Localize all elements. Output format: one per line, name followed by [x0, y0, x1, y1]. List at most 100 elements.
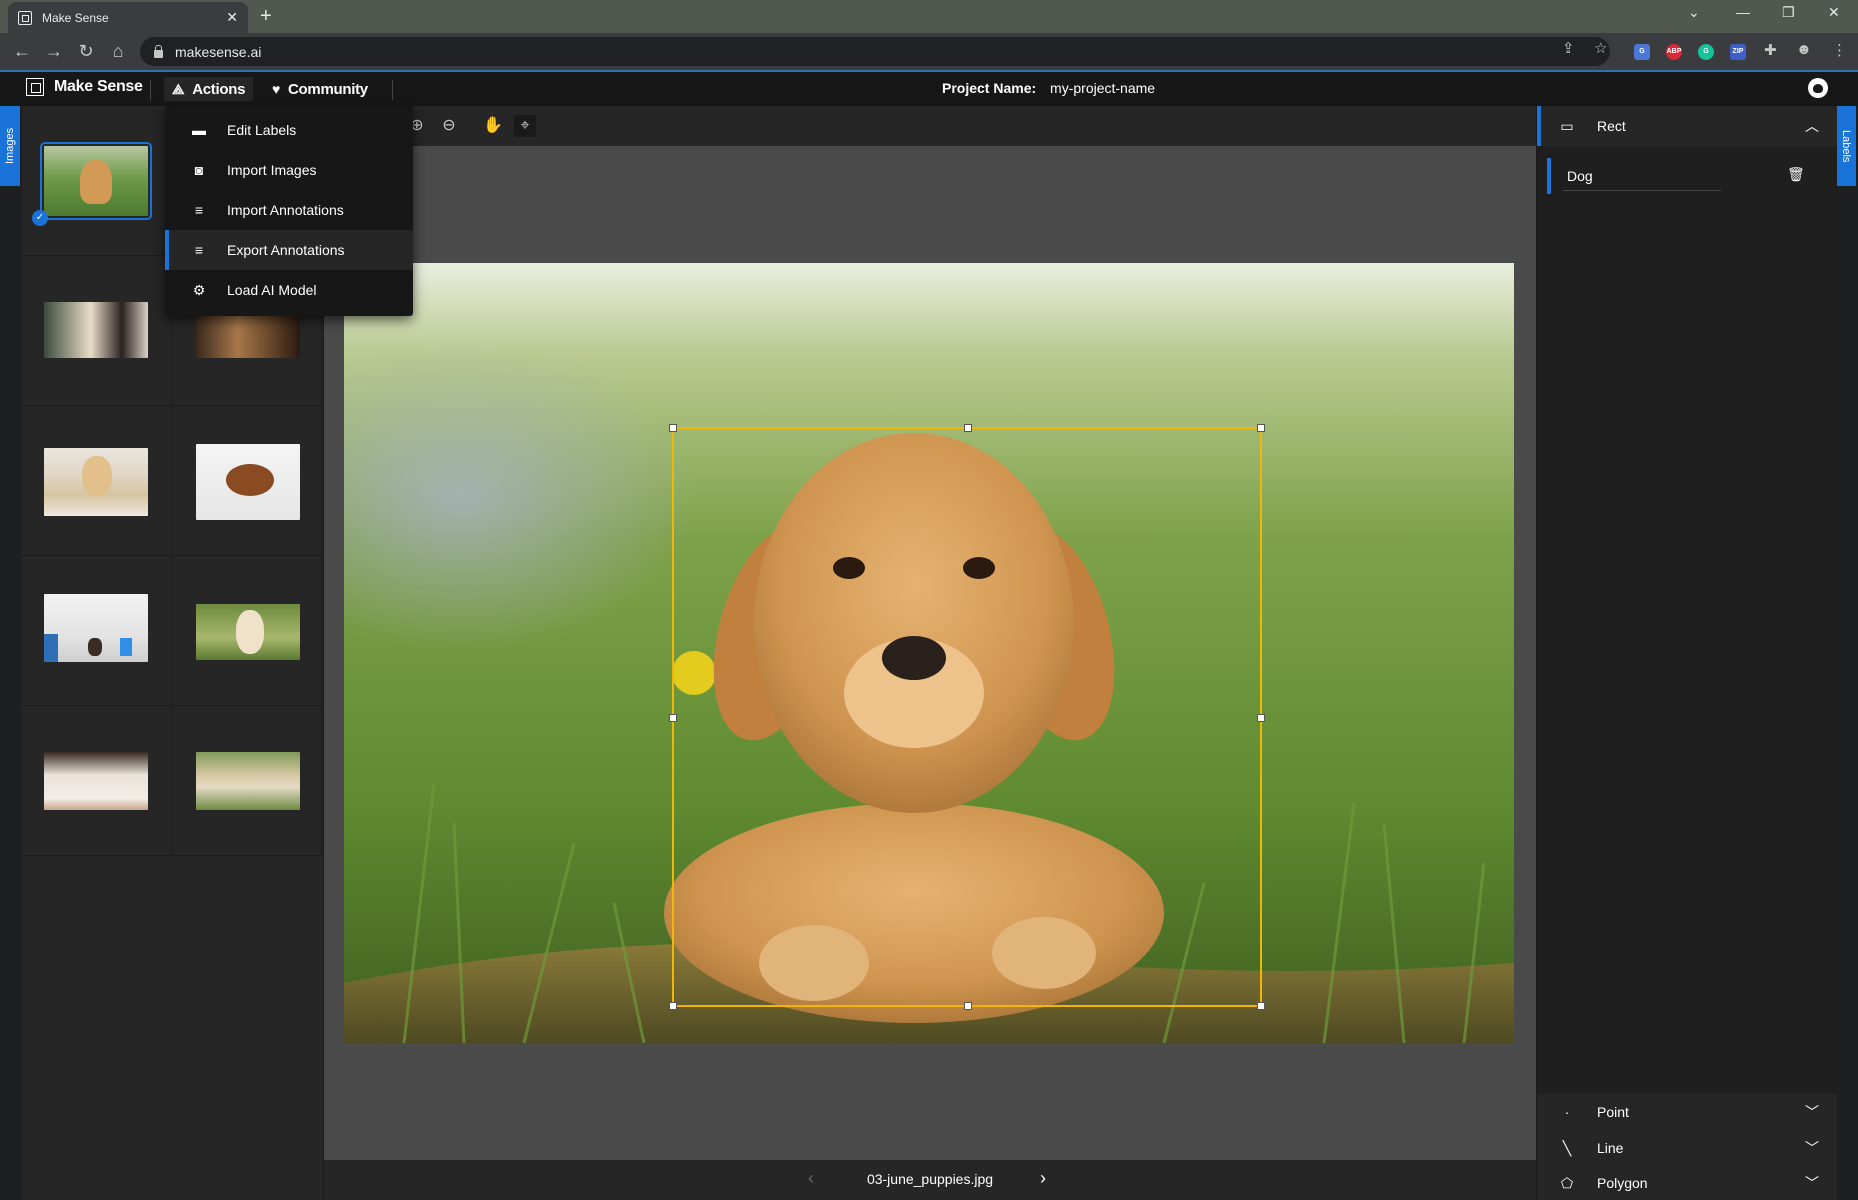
image-list-item[interactable] [22, 256, 172, 406]
image-thumbnail[interactable] [44, 302, 148, 358]
image-filename: 03-june_puppies.jpg [866, 1171, 994, 1187]
annotated-image[interactable] [344, 263, 1514, 1043]
project-name-field[interactable]: Project Name: my-project-name [942, 80, 1155, 96]
back-icon[interactable]: ← [12, 41, 32, 61]
export-icon: ≡ [194, 242, 204, 258]
chevron-down-icon[interactable]: ﹀ [1787, 1102, 1837, 1122]
github-icon[interactable] [1808, 78, 1828, 98]
line-section-title: Line [1597, 1140, 1624, 1156]
grammarly-extension-icon[interactable]: G [1698, 44, 1714, 60]
image-thumbnail[interactable] [44, 752, 148, 810]
tab-title: Make Sense [42, 10, 109, 25]
forward-icon[interactable]: → [44, 41, 64, 61]
project-name-label: Project Name: [942, 80, 1037, 96]
chevron-down-icon[interactable]: ﹀ [1787, 1138, 1837, 1158]
image-thumbnail[interactable] [40, 142, 152, 220]
crosshair-cursor-icon[interactable]: ⌖ [514, 115, 536, 137]
image-list-item[interactable] [22, 556, 172, 706]
project-name-value[interactable]: my-project-name [1050, 80, 1155, 96]
labels-side-tab[interactable]: Labels [1836, 106, 1856, 186]
close-tab-icon[interactable]: ✕ [226, 9, 238, 26]
resize-handle[interactable] [1257, 1002, 1265, 1010]
point-section-header[interactable]: · Point ﹀ [1537, 1094, 1837, 1130]
restore-button[interactable]: ❐ [1782, 4, 1795, 21]
image-thumbnail[interactable] [196, 444, 300, 520]
rect-section-header[interactable]: ▭ Rect ︿ [1537, 106, 1837, 146]
menu-item-edit-labels[interactable]: ▬ Edit Labels [165, 110, 413, 150]
bookmark-star-icon[interactable]: ☆ [1594, 39, 1607, 57]
image-thumbnail[interactable] [44, 448, 148, 516]
community-menu-button[interactable]: ♥ Community [264, 77, 376, 101]
label-entry[interactable]: Dog 🗑 [1547, 158, 1827, 194]
bounding-box[interactable] [669, 424, 1265, 1010]
resize-handle[interactable] [669, 1002, 677, 1010]
zoom-out-icon[interactable]: ⊖ [438, 115, 460, 137]
adblock-extension-icon[interactable]: ABP [1666, 44, 1682, 60]
resize-handle[interactable] [1257, 714, 1265, 722]
polygon-section-header[interactable]: ⬠ Polygon ﹀ [1537, 1166, 1837, 1200]
delete-label-icon[interactable]: 🗑 [1787, 166, 1805, 182]
camera-icon: ◙ [194, 162, 204, 178]
image-list-item[interactable] [22, 706, 172, 856]
resize-handle[interactable] [669, 424, 677, 432]
url-text[interactable]: makesense.ai [175, 44, 261, 60]
browser-tab[interactable]: Make Sense ✕ [8, 2, 248, 33]
line-icon: ╲ [1562, 1139, 1572, 1156]
chevron-down-icon[interactable]: ﹀ [1787, 1173, 1837, 1193]
image-thumbnail[interactable] [196, 752, 300, 810]
point-icon: · [1564, 1104, 1570, 1120]
home-icon[interactable]: ⌂ [108, 41, 128, 61]
translate-extension-icon[interactable]: G [1634, 44, 1650, 60]
new-tab-button[interactable]: + [260, 4, 272, 28]
actions-icon: ⟁ [172, 80, 185, 97]
editor-toolbar: ⊕ ⊖ ✋ ⌖ [324, 106, 1536, 146]
images-side-tab[interactable]: Images [0, 106, 20, 186]
browser-toolbar: ← → ↻ ⌂ makesense.ai ⇪ ☆ G ABP G ZIP ✚ ☻… [0, 33, 1858, 70]
menu-item-label: Load AI Model [227, 282, 317, 298]
menu-item-label: Import Images [227, 162, 317, 178]
line-section-header[interactable]: ╲ Line ﹀ [1537, 1130, 1837, 1166]
hand-pan-icon[interactable]: ✋ [482, 115, 504, 137]
label-color-bar [1547, 158, 1551, 194]
labels-tab-label: Labels [1840, 129, 1852, 163]
next-image-icon[interactable]: › [1040, 1168, 1046, 1189]
image-list-item[interactable] [172, 706, 322, 856]
editor-area: ⊕ ⊖ ✋ ⌖ ‹ 03-june_puppies.jpg › [324, 106, 1536, 1200]
resize-handle[interactable] [964, 424, 972, 432]
image-list-item[interactable] [172, 406, 322, 556]
image-thumbnail[interactable] [196, 604, 300, 660]
image-thumbnail[interactable] [44, 594, 148, 662]
label-name[interactable]: Dog [1567, 168, 1593, 184]
menu-item-load-ai-model[interactable]: ⚙ Load AI Model [165, 270, 413, 310]
menu-item-label: Import Annotations [227, 202, 344, 218]
browser-tabstrip: Make Sense ✕ + ⌄ — ❐ ✕ [0, 0, 1858, 33]
address-bar[interactable]: makesense.ai [140, 37, 1610, 66]
menu-item-import-annotations[interactable]: ≡ Import Annotations [165, 190, 413, 230]
resize-handle[interactable] [669, 714, 677, 722]
reload-icon[interactable]: ↻ [76, 41, 96, 61]
chrome-menu-icon[interactable]: ⋮ [1832, 41, 1847, 59]
profile-icon[interactable]: ☻ [1796, 41, 1812, 58]
lock-icon[interactable] [154, 44, 163, 58]
actions-menu-button[interactable]: ⟁ Actions [164, 77, 254, 101]
menu-item-import-images[interactable]: ◙ Import Images [165, 150, 413, 190]
tab-search-icon[interactable]: ⌄ [1688, 4, 1700, 21]
image-list-item[interactable] [172, 556, 322, 706]
close-window-button[interactable]: ✕ [1828, 4, 1840, 21]
image-list-item[interactable] [22, 406, 172, 556]
rect-label-list: Dog 🗑 [1537, 146, 1837, 1094]
brand[interactable]: Make Sense [26, 78, 143, 96]
labels-panel: ▭ Rect ︿ Dog 🗑 · Point ﹀ ╲ Line ﹀ ⬠ Poly… [1536, 106, 1837, 1200]
extensions-puzzle-icon[interactable]: ✚ [1764, 41, 1777, 59]
menu-item-export-annotations[interactable]: ≡ Export Annotations [165, 230, 413, 270]
zip-extension-icon[interactable]: ZIP [1730, 44, 1746, 60]
ai-model-icon: ⚙ [192, 281, 206, 298]
image-list-item[interactable]: ✓ [22, 106, 172, 256]
minimize-button[interactable]: — [1736, 4, 1750, 20]
share-icon[interactable]: ⇪ [1562, 39, 1575, 57]
chevron-up-icon[interactable]: ︿ [1787, 116, 1837, 136]
resize-handle[interactable] [1257, 424, 1265, 432]
make-sense-favicon [18, 10, 32, 25]
resize-handle[interactable] [964, 1002, 972, 1010]
app-navbar: Make Sense ⟁ Actions ♥ Community Project… [0, 70, 1858, 106]
